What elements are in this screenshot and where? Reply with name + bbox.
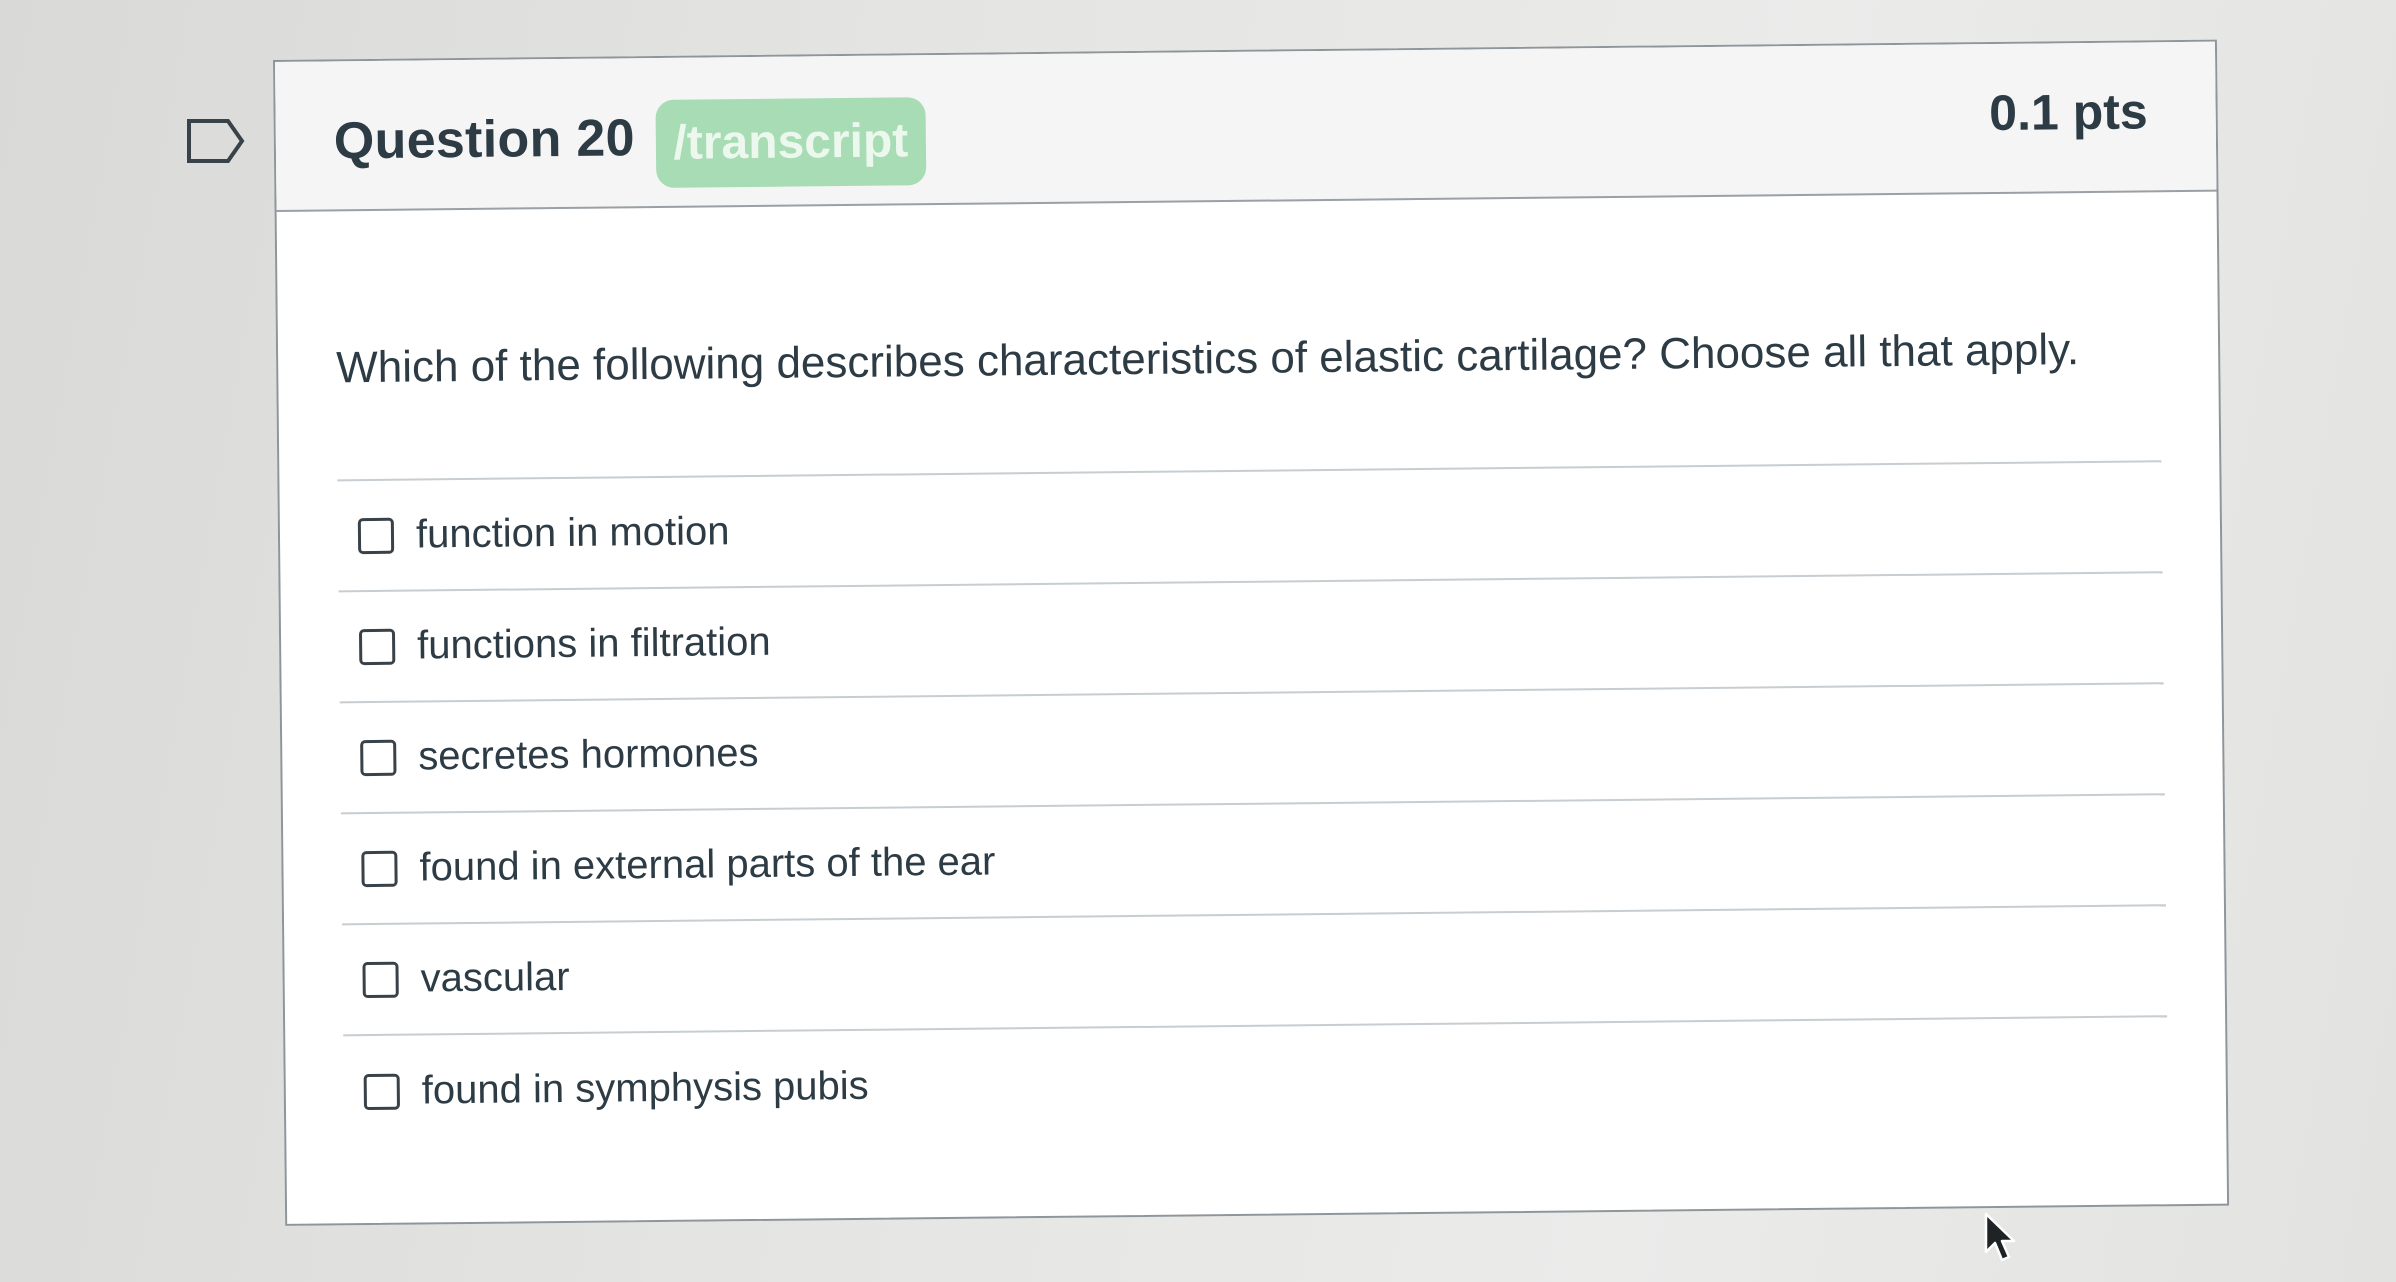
question-points: 0.1 pts: [1988, 83, 2148, 142]
answer-label[interactable]: found in external parts of the ear: [419, 839, 995, 890]
question-header: Question 20 /transcript 0.1 pts: [275, 41, 2217, 212]
answer-checkbox[interactable]: [358, 628, 396, 665]
answer-option[interactable]: found in symphysis pubis: [343, 1017, 2168, 1147]
answer-option[interactable]: found in external parts of the ear: [340, 795, 2166, 926]
answer-label[interactable]: functions in filtration: [417, 620, 771, 669]
flag-question-icon[interactable]: [186, 118, 246, 164]
question-card: Question 20 /transcript 0.1 pts Which of…: [273, 39, 2230, 1226]
transcript-badge: /transcript: [655, 97, 927, 188]
answer-checkbox[interactable]: [362, 961, 399, 998]
answer-option[interactable]: vascular: [342, 906, 2168, 1037]
answer-checkbox[interactable]: [360, 739, 397, 776]
answer-checkbox[interactable]: [357, 517, 395, 554]
answer-option[interactable]: function in motion: [337, 462, 2163, 593]
answer-option[interactable]: functions in filtration: [338, 573, 2164, 704]
question-prompt: Which of the following describes charact…: [335, 325, 2080, 393]
answer-label[interactable]: function in motion: [416, 509, 730, 557]
answer-checkbox[interactable]: [361, 850, 398, 887]
answer-label[interactable]: secretes hormones: [418, 731, 759, 780]
question-title: Question 20: [333, 109, 636, 171]
answer-label[interactable]: found in symphysis pubis: [422, 1064, 869, 1114]
mouse-pointer-icon: [1984, 1212, 2016, 1262]
answer-label[interactable]: vascular: [420, 955, 569, 1002]
answer-option[interactable]: secretes hormones: [339, 684, 2165, 815]
answer-checkbox[interactable]: [363, 1073, 400, 1110]
answer-list: function in motion functions in filtrati…: [337, 460, 2169, 1148]
